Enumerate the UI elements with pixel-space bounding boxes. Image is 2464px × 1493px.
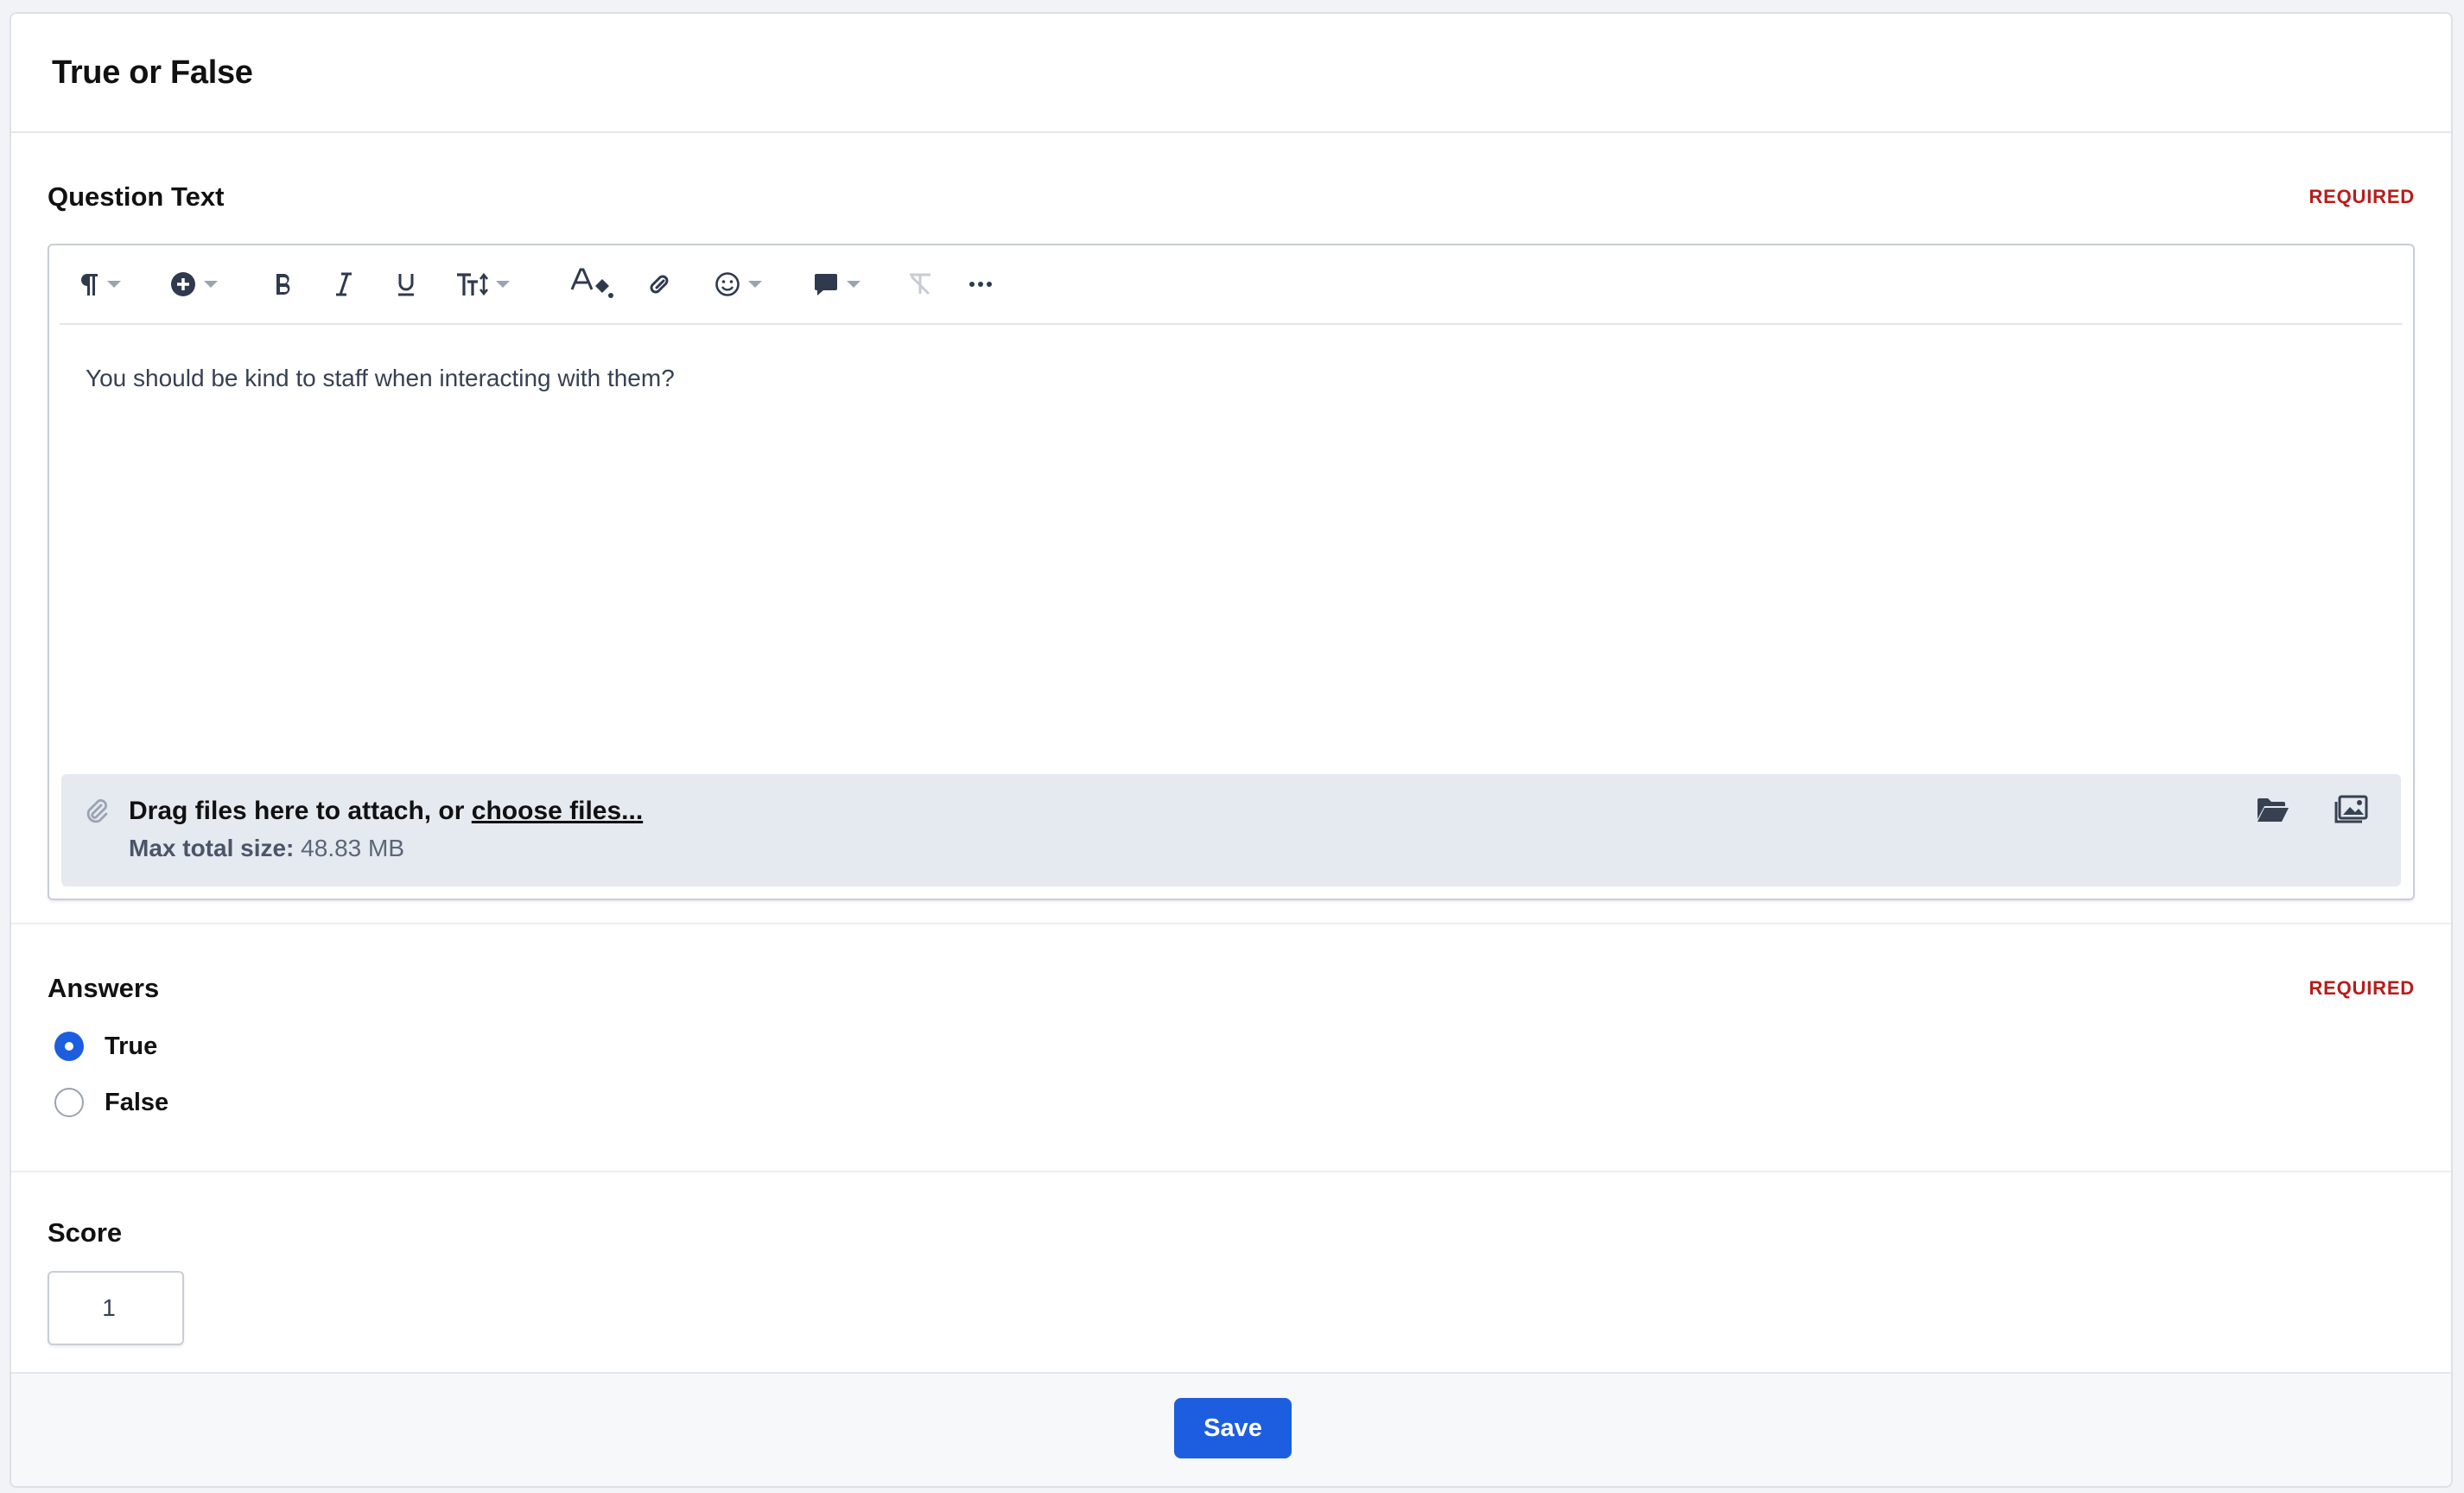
paperclip-icon xyxy=(86,799,108,823)
answer-option-label: False xyxy=(105,1088,169,1116)
editor-content[interactable]: You should be kind to staff when interac… xyxy=(86,365,675,392)
text-size-icon xyxy=(457,272,488,296)
page-title: True or False xyxy=(52,54,253,91)
comment-button[interactable] xyxy=(813,264,861,304)
paragraph-icon xyxy=(81,274,98,295)
underline-icon xyxy=(398,274,414,296)
answers-section: Answers REQUIRED True False xyxy=(11,924,2451,1172)
answer-option-true[interactable]: True xyxy=(54,1032,157,1061)
score-label: Score xyxy=(48,1217,123,1248)
image-gallery-icon[interactable] xyxy=(2334,795,2368,824)
clear-format-button[interactable] xyxy=(905,264,937,304)
save-button[interactable]: Save xyxy=(1174,1398,1292,1458)
text-color-icon xyxy=(570,268,613,298)
italic-button[interactable] xyxy=(333,264,355,304)
underline-button[interactable] xyxy=(395,264,417,304)
card-header: True or False xyxy=(11,14,2451,133)
answer-option-label: True xyxy=(105,1032,158,1060)
italic-icon xyxy=(336,272,352,296)
emoji-icon xyxy=(715,272,740,296)
chevron-down-icon xyxy=(847,281,860,288)
more-icon xyxy=(969,282,992,287)
folder-open-icon[interactable] xyxy=(2256,795,2290,824)
score-input[interactable] xyxy=(48,1271,184,1345)
question-card: True or False Question Text REQUIRED You… xyxy=(10,12,2453,1488)
radio-true[interactable] xyxy=(54,1032,84,1061)
question-text-label-row: Question Text REQUIRED xyxy=(48,180,2415,214)
dropzone-text: Drag files here to attach, or choose fil… xyxy=(129,797,643,826)
text-size-button[interactable] xyxy=(455,264,511,304)
link-icon xyxy=(650,275,669,294)
max-size-value: 48.83 MB xyxy=(301,835,405,861)
answers-label: Answers xyxy=(48,973,160,1003)
comment-icon xyxy=(815,274,837,295)
clear-format-icon xyxy=(910,273,930,295)
radio-false[interactable] xyxy=(54,1088,84,1117)
bold-button[interactable] xyxy=(272,264,295,304)
max-size-text: Max total size: 48.83 MB xyxy=(129,835,404,862)
insert-link-button[interactable] xyxy=(644,264,675,304)
score-section: Score xyxy=(11,1172,2451,1383)
form-footer: Save xyxy=(11,1372,2451,1486)
max-size-label: Max total size: xyxy=(129,835,295,861)
rich-text-editor[interactable]: You should be kind to staff when interac… xyxy=(48,244,2415,900)
file-dropzone[interactable]: Drag files here to attach, or choose fil… xyxy=(61,774,2401,886)
answers-label-row: Answers REQUIRED xyxy=(48,971,2415,1006)
choose-files-link[interactable]: choose files... xyxy=(472,797,643,825)
chevron-down-icon xyxy=(204,281,218,288)
emoji-button[interactable] xyxy=(714,264,763,304)
dropzone-prefix: Drag files here to attach, or xyxy=(129,797,472,825)
question-text-section: Question Text REQUIRED You should be kin… xyxy=(11,133,2451,924)
chevron-down-icon xyxy=(496,281,510,288)
editor-toolbar xyxy=(60,245,2403,325)
chevron-down-icon xyxy=(748,281,762,288)
text-color-button[interactable] xyxy=(569,264,616,304)
required-badge: REQUIRED xyxy=(2308,977,2415,999)
more-options-button[interactable] xyxy=(968,264,993,304)
bold-icon xyxy=(276,274,290,295)
answer-option-false[interactable]: False xyxy=(54,1088,168,1117)
question-text-label: Question Text xyxy=(48,181,225,212)
plus-circle-icon xyxy=(171,272,195,296)
insert-button[interactable] xyxy=(170,264,219,304)
required-badge: REQUIRED xyxy=(2308,186,2415,207)
chevron-down-icon xyxy=(107,281,121,288)
paragraph-format-button[interactable] xyxy=(77,264,122,304)
